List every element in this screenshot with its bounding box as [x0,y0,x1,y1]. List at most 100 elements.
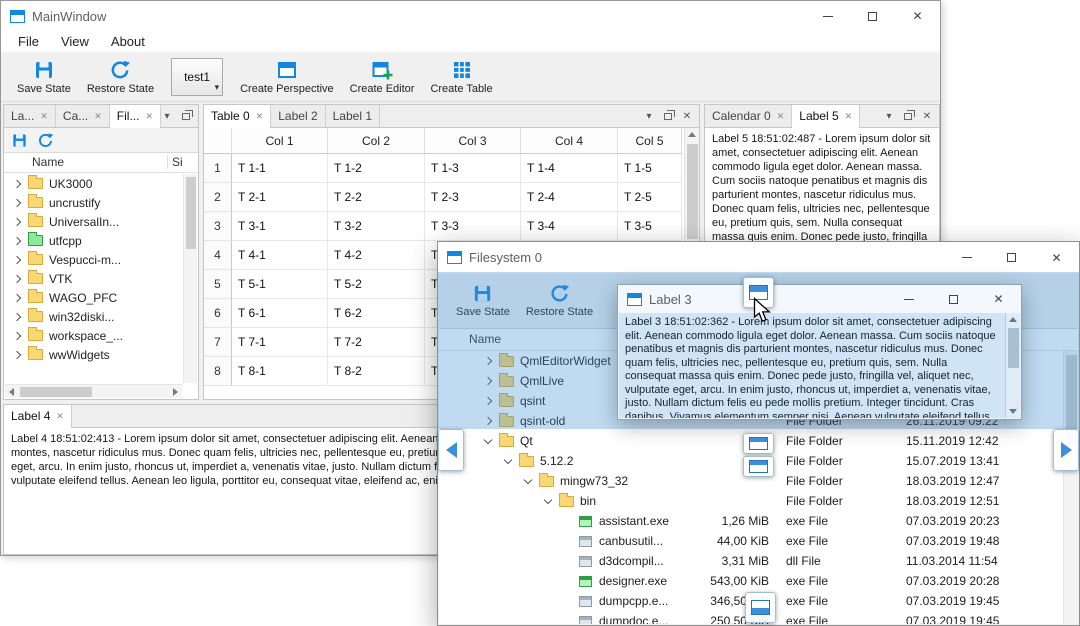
column-header[interactable]: Col 1 [232,128,328,154]
column-header[interactable]: Col 5 [618,128,682,154]
table-cell[interactable]: T 5-2 [328,270,425,299]
maximize-button[interactable] [931,285,976,313]
table-cell[interactable]: T 7-1 [232,328,328,357]
tree-item[interactable]: utfcpp [4,231,183,250]
tabs-menu-button[interactable]: ▾ [643,111,655,122]
close-panel-button[interactable]: ✕ [681,111,693,122]
tree-item[interactable]: UniversalIn... [4,212,183,231]
chevron-right-icon[interactable] [12,293,22,302]
table-cell[interactable]: T 5-1 [232,270,328,299]
row-header[interactable]: 2 [204,183,232,212]
undock-button[interactable] [662,109,675,120]
panel-save-state-icon[interactable] [11,132,28,149]
tree-item[interactable]: uncrustify [4,193,183,212]
table-cell[interactable]: T 2-2 [328,183,425,212]
tab-filesystem[interactable]: Fil... ✕ [109,105,162,128]
panel-restore-state-icon[interactable] [37,132,54,149]
scrollbar-thumb[interactable] [20,387,92,397]
table-cell[interactable]: T 7-2 [328,328,425,357]
minimize-button[interactable] [805,1,850,31]
close-tab-icon[interactable]: ✕ [777,111,785,122]
menu-about[interactable]: About [100,31,156,52]
close-tab-icon[interactable]: ✕ [40,111,48,122]
restore-state-button[interactable]: Restore State [79,57,162,97]
tab-label-1[interactable]: Label 1 [325,105,380,127]
column-header-name[interactable]: Name [32,155,64,169]
table-cell[interactable]: T 4-2 [328,241,425,270]
scrollbar-thumb[interactable] [186,177,196,249]
tab-calendar[interactable]: Ca... ✕ [55,105,110,127]
column-header-size[interactable]: Size [167,155,183,169]
row-header[interactable]: 4 [204,241,232,270]
tabs-menu-button[interactable]: ▾ [883,111,895,122]
chevron-down-icon[interactable] [523,475,533,484]
chevron-right-icon[interactable] [12,236,22,245]
tree-item[interactable]: Vespucci-m... [4,250,183,269]
table-cell[interactable]: T 6-1 [232,299,328,328]
tab-calendar-0[interactable]: Calendar 0 ✕ [705,105,793,127]
close-tab-icon[interactable]: ✕ [256,111,264,122]
tab-label-2[interactable]: Label 2 [271,105,326,127]
tree-item[interactable]: UK3000 [4,174,183,193]
close-button[interactable]: ✕ [976,285,1021,313]
close-button[interactable]: ✕ [895,1,940,31]
table-cell[interactable]: T 3-5 [618,212,682,241]
drop-indicator-left[interactable] [438,429,464,471]
fs-tree-item[interactable]: d3dcompil... 3,31 MiB dll File 11.03.2014 1… [439,551,1063,571]
tree-item[interactable]: win32diski... [4,307,183,326]
chevron-right-icon[interactable] [12,274,22,283]
tree-item[interactable]: VTK [4,269,183,288]
create-perspective-button[interactable]: Create Perspective [232,57,342,97]
column-header[interactable]: Col 4 [521,128,618,154]
table-cell[interactable]: T 3-2 [328,212,425,241]
drop-indicator-bottom[interactable] [745,592,776,623]
close-tab-icon[interactable]: ✕ [145,111,153,122]
table-cell[interactable]: T 4-1 [232,241,328,270]
save-state-button[interactable]: Save State [9,57,79,97]
fs-tree-item[interactable]: assistant.exe 1,26 MiB exe File 07.03.2019 … [439,511,1063,531]
table-cell[interactable]: T 2-4 [521,183,618,212]
close-tab-icon[interactable]: ✕ [845,111,853,122]
chevron-right-icon[interactable] [483,396,493,406]
menu-file[interactable]: File [7,31,50,52]
table-cell[interactable]: T 2-5 [618,183,682,212]
row-header[interactable]: 7 [204,328,232,357]
table-cell[interactable]: T 1-5 [618,154,682,183]
chevron-down-icon[interactable] [483,435,493,444]
table-cell[interactable]: T 1-4 [521,154,618,183]
row-header[interactable]: 5 [204,270,232,299]
undock-button[interactable] [180,109,194,120]
table-cell[interactable]: T 3-4 [521,212,618,241]
maximize-button[interactable] [989,242,1034,273]
drop-indicator-center[interactable] [743,456,774,477]
table-cell[interactable]: T 8-1 [232,357,328,386]
save-state-button[interactable]: Save State [448,281,518,320]
row-header[interactable]: 1 [204,154,232,183]
chevron-right-icon[interactable] [12,312,22,321]
table-cell[interactable]: T 3-3 [425,212,521,241]
fs-tree-item[interactable]: designer.exe 543,00 KiB exe File 07.03.2019… [439,571,1063,591]
minimize-button[interactable] [944,242,989,273]
table-cell[interactable]: T 1-1 [232,154,328,183]
close-tab-icon[interactable]: ✕ [56,411,64,422]
table-cell[interactable]: T 8-2 [328,357,425,386]
table-cell[interactable]: T 6-2 [328,299,425,328]
chevron-right-icon[interactable] [483,376,493,386]
create-table-button[interactable]: Create Table [422,57,500,97]
scrollbar-thumb[interactable] [687,144,698,239]
tab-table-0[interactable]: Table 0 ✕ [204,105,272,128]
scroll-up-icon[interactable] [688,132,696,137]
drop-indicator-center-top[interactable] [743,433,774,454]
drop-indicator-right[interactable] [1053,429,1079,471]
chevron-down-icon[interactable] [503,455,513,464]
scroll-left-icon[interactable] [9,388,14,396]
chevron-right-icon[interactable] [12,331,22,340]
row-header[interactable]: 6 [204,299,232,328]
fs-tree-item[interactable]: canbusutil... 44,00 KiB exe File 07.03.2019… [439,531,1063,551]
perspective-combo[interactable]: test1 ▾ [171,58,224,96]
maximize-button[interactable] [850,1,895,31]
scroll-down-icon[interactable] [1009,409,1017,414]
chevron-right-icon[interactable] [12,350,22,359]
create-editor-button[interactable]: Create Editor [342,57,423,97]
tab-label-0[interactable]: La... ✕ [4,105,56,127]
